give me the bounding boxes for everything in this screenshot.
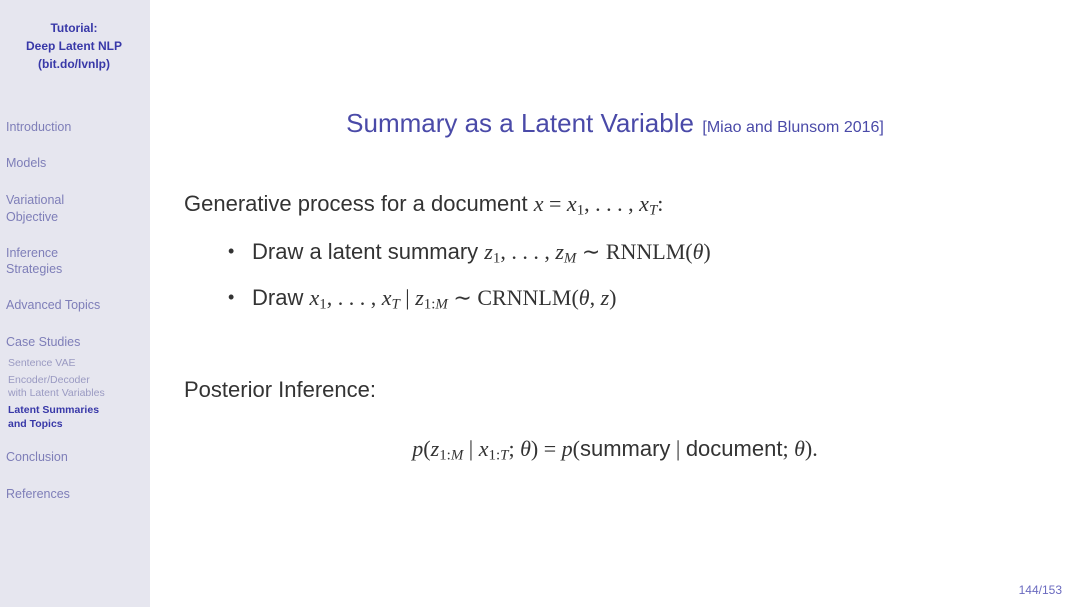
math-lp2: (: [571, 285, 578, 310]
math-bar1: |: [400, 285, 415, 310]
math-z1M-sub1: 1:: [424, 297, 436, 313]
posterior-label: Posterior Inference:: [184, 375, 1046, 405]
eq-summary: summary: [580, 436, 670, 461]
posterior-equation: p(z1:M | x1:T; θ) = p(summary | document…: [184, 434, 1046, 466]
bullet1-prefix: Draw a latent summary: [252, 239, 484, 264]
eq-document: document: [686, 436, 783, 461]
eq-z-subM: M: [451, 448, 463, 464]
nav-conclusion[interactable]: Conclusion: [6, 449, 142, 466]
math-zM-sub: M: [564, 251, 576, 267]
math-z1: z: [484, 239, 493, 264]
intro-line: Generative process for a document x = x1…: [184, 189, 1046, 221]
math-z1M-subM: M: [435, 297, 447, 313]
nav-variational-objective[interactable]: Variational Objective: [6, 192, 142, 225]
eq-z: z: [431, 436, 440, 461]
sidebar-title-line3: (bit.do/lvnlp): [6, 56, 142, 72]
nav-sub-encoder-decoder[interactable]: Encoder/Decoder with Latent Variables: [8, 374, 142, 400]
math-dots2: , . . . ,: [500, 239, 555, 264]
eq-semi2: ;: [782, 436, 794, 461]
intro-prefix: Generative process for a document: [184, 191, 534, 216]
nav-sub-sentence-vae[interactable]: Sentence VAE: [8, 357, 142, 370]
math-zarg: z: [601, 285, 610, 310]
sidebar: Tutorial: Deep Latent NLP (bit.do/lvnlp)…: [0, 0, 150, 607]
eq-theta2: θ: [794, 436, 805, 461]
nav-case-studies-sublist: Sentence VAE Encoder/Decoder with Latent…: [8, 357, 142, 431]
math-c2: ,: [590, 285, 601, 310]
math-rp1: ): [703, 239, 710, 264]
eq-p1: p: [412, 436, 423, 461]
eq-p2: p: [562, 436, 573, 461]
nav-sub-latent-summaries[interactable]: Latent Summaries and Topics: [8, 404, 142, 430]
eq-lp2: (: [573, 436, 580, 461]
math-tilde2: ∼: [448, 285, 477, 310]
slide-citation: [Miao and Blunsom 2016]: [702, 119, 883, 136]
math-dots3: , . . . ,: [327, 285, 382, 310]
sidebar-title: Tutorial: Deep Latent NLP (bit.do/lvnlp): [6, 20, 142, 73]
eq-dot: .: [812, 436, 818, 461]
math-rnnlm: RNNLM: [606, 239, 685, 264]
math-xT: x: [639, 191, 649, 216]
sidebar-title-line2: Deep Latent NLP: [6, 38, 142, 54]
nav-case-studies[interactable]: Case Studies: [6, 334, 142, 351]
eq-theta1: θ: [520, 436, 531, 461]
math-dots1: , . . . ,: [584, 191, 639, 216]
eq-semi1: ;: [508, 436, 520, 461]
bullet-2: Draw x1, . . . , xT | z1:M ∼ CRNNLM(θ, z…: [228, 283, 1046, 315]
math-crnnlm: CRNNLM: [477, 285, 571, 310]
nav-sub-latsum-l1: Latent Summaries: [8, 404, 99, 416]
math-lp1: (: [685, 239, 692, 264]
nav-inference-strategies[interactable]: Inference Strategies: [6, 245, 142, 278]
slide-title-text: Summary as a Latent Variable: [346, 108, 694, 138]
bullet-1: Draw a latent summary z1, . . . , zM ∼ R…: [228, 237, 1046, 269]
nav-advanced-topics[interactable]: Advanced Topics: [6, 297, 142, 314]
math-x1b-sub: 1: [319, 297, 326, 313]
nav-sub-latsum-l2: and Topics: [8, 418, 63, 430]
math-z1M: z: [415, 285, 424, 310]
slide-title: Summary as a Latent Variable [Miao and B…: [184, 108, 1046, 139]
slide-content: Summary as a Latent Variable [Miao and B…: [150, 0, 1080, 607]
math-rp2: ): [609, 285, 616, 310]
math-zM: z: [555, 239, 564, 264]
eq-x: x: [479, 436, 489, 461]
nav-models[interactable]: Models: [6, 155, 142, 172]
math-xTb-sub: T: [391, 297, 399, 313]
eq-lp1: (: [423, 436, 430, 461]
eq-eq: =: [538, 436, 561, 461]
nav-sub-encdec-l1: Encoder/Decoder: [8, 374, 90, 386]
math-x1b: x: [309, 285, 319, 310]
bullet2-prefix: Draw: [252, 285, 309, 310]
eq-x-sub1: 1:: [488, 448, 500, 464]
math-xTb: x: [382, 285, 392, 310]
math-eq: =: [544, 191, 567, 216]
math-x: x: [534, 191, 544, 216]
math-x1: x: [567, 191, 577, 216]
nav-variational-objective-l2: Objective: [6, 210, 58, 224]
eq-bar1: |: [463, 436, 478, 461]
math-colon: :: [657, 191, 663, 216]
page-number: 144/153: [1019, 583, 1062, 597]
sidebar-title-line1: Tutorial:: [6, 20, 142, 36]
nav-variational-objective-l1: Variational: [6, 193, 64, 207]
math-tilde1: ∼: [576, 239, 605, 264]
bullet-list: Draw a latent summary z1, . . . , zM ∼ R…: [228, 237, 1046, 315]
nav-sub-encdec-l2: with Latent Variables: [8, 387, 105, 399]
math-theta2: θ: [579, 285, 590, 310]
math-theta1: θ: [693, 239, 704, 264]
eq-z-sub1: 1:: [439, 448, 451, 464]
nav-inference-strategies-l2: Strategies: [6, 262, 62, 276]
eq-bar2: |: [670, 436, 685, 461]
nav-introduction[interactable]: Introduction: [6, 119, 142, 136]
nav-references[interactable]: References: [6, 486, 142, 503]
nav-inference-strategies-l1: Inference: [6, 246, 58, 260]
